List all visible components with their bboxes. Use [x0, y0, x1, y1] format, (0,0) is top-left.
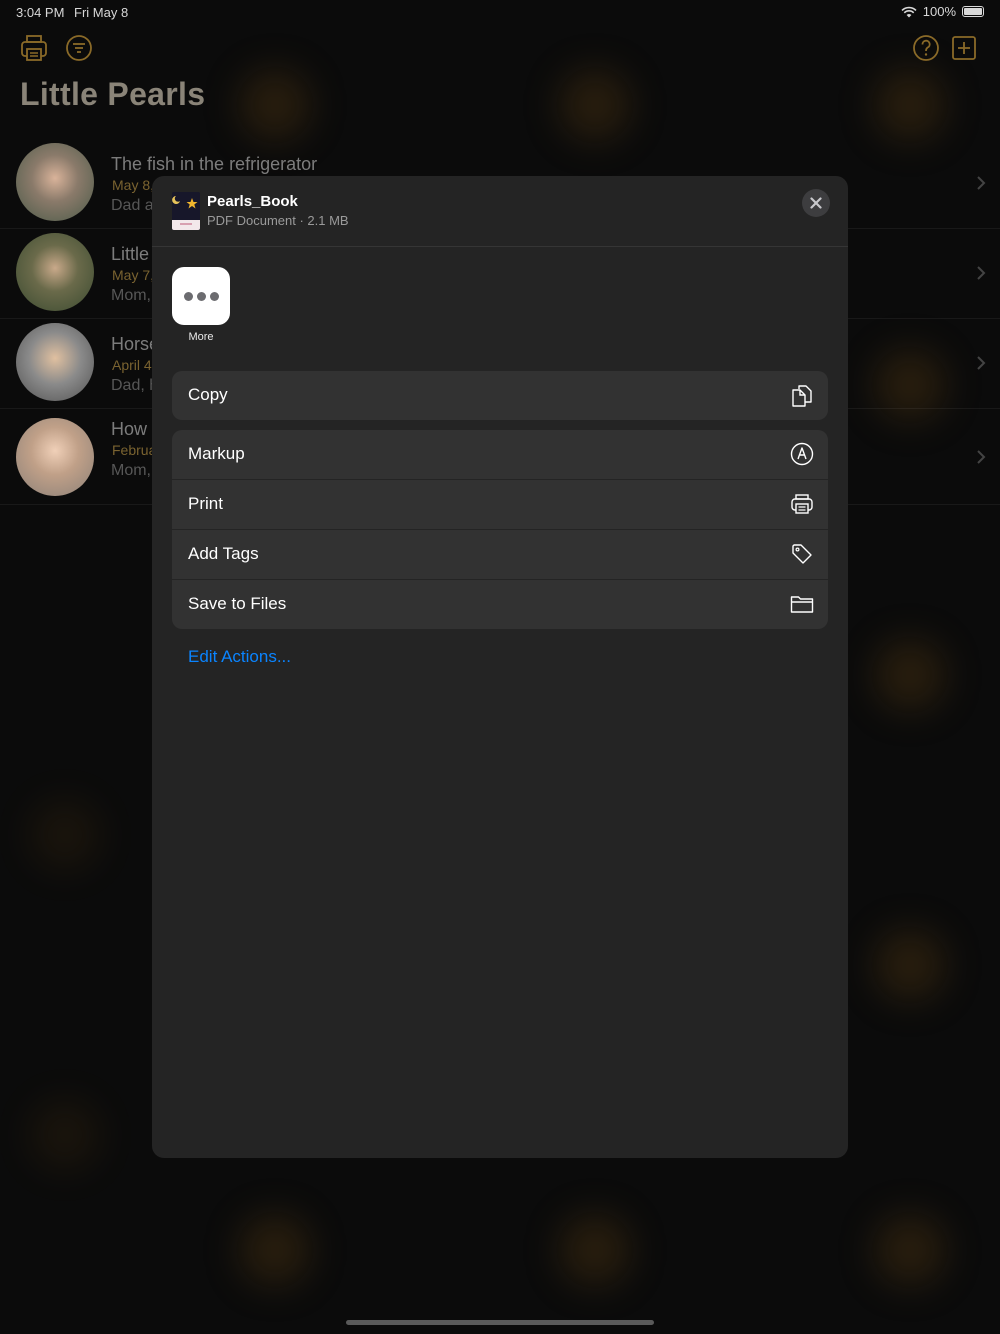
printer-icon[interactable]	[18, 32, 50, 64]
close-icon	[810, 197, 822, 209]
action-label: Copy	[188, 385, 228, 404]
print-action[interactable]: Print	[172, 480, 828, 530]
battery-percent: 100%	[922, 4, 956, 19]
avatar	[16, 233, 94, 311]
home-indicator[interactable]	[346, 1320, 654, 1325]
action-label: Markup	[188, 444, 245, 463]
list-item-subtitle: Mom,	[111, 287, 151, 304]
chevron-right-icon	[977, 450, 986, 464]
chevron-right-icon	[977, 176, 986, 190]
help-icon[interactable]	[910, 32, 942, 64]
status-bar: 3:04 PM Fri May 8 100%	[0, 0, 1000, 24]
list-item-subtitle: Dad a	[111, 197, 154, 214]
markup-icon	[790, 442, 814, 466]
avatar	[16, 143, 94, 221]
add-icon[interactable]	[948, 32, 980, 64]
tag-icon	[792, 544, 812, 564]
edit-actions-link[interactable]: Edit Actions...	[188, 647, 291, 667]
actions-group: Markup Print Add Tags Save to Files	[172, 430, 828, 629]
page-title: Little Pearls	[20, 76, 206, 112]
copy-group: Copy	[172, 371, 828, 420]
document-name: Pearls_Book	[207, 193, 298, 210]
more-icon	[183, 291, 193, 301]
add-tags-action[interactable]: Add Tags	[172, 530, 828, 580]
list-item-subtitle: Mom,	[111, 462, 151, 479]
battery-icon	[962, 6, 984, 17]
wifi-icon	[901, 6, 917, 17]
chevron-right-icon	[977, 356, 986, 370]
copy-action[interactable]: Copy	[172, 371, 828, 420]
action-label: Print	[188, 494, 223, 513]
list-item-date: May 7,	[112, 267, 155, 283]
status-time: 3:04 PM	[16, 5, 65, 20]
printer-icon	[791, 494, 813, 514]
more-button[interactable]	[172, 267, 230, 325]
action-label: Save to Files	[188, 594, 287, 613]
avatar	[16, 418, 94, 496]
list-item-date: Februa	[112, 442, 157, 458]
share-sheet-header: Pearls_Book PDF Document · 2.1 MB	[152, 176, 848, 247]
chevron-right-icon	[977, 266, 986, 280]
copy-icon	[792, 385, 812, 407]
document-thumbnail	[172, 192, 200, 230]
list-item-date: May 8,	[112, 177, 155, 193]
markup-action[interactable]: Markup	[172, 430, 828, 480]
folder-icon	[790, 596, 814, 613]
document-meta: PDF Document · 2.1 MB	[207, 213, 349, 228]
list-item-title: The fish in the refrigerator	[111, 154, 318, 174]
share-sheet: Pearls_Book PDF Document · 2.1 MB More C…	[152, 176, 848, 1158]
filter-icon[interactable]	[63, 32, 95, 64]
status-date: Fri May 8	[74, 5, 129, 20]
avatar	[16, 323, 94, 401]
action-label: Add Tags	[188, 544, 259, 563]
list-item-title: Little	[111, 244, 150, 264]
close-button[interactable]	[802, 189, 830, 217]
more-label: More	[188, 331, 214, 343]
save-to-files-action[interactable]: Save to Files	[172, 580, 828, 629]
list-item-date: April 4	[112, 357, 152, 373]
